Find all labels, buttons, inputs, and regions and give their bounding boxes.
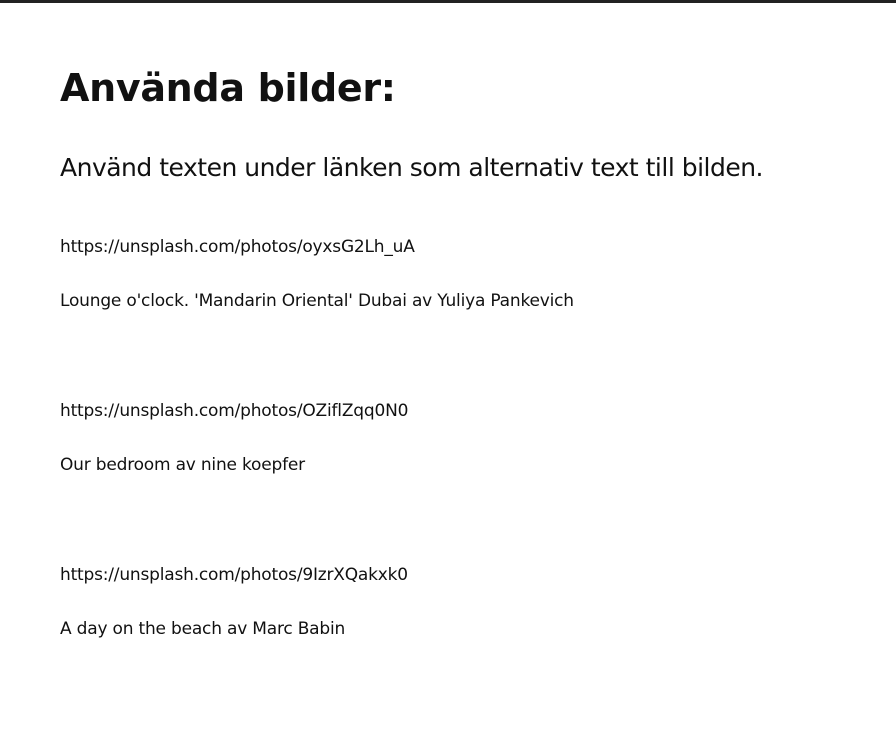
page-title: Använda bilder: xyxy=(60,66,396,110)
image-link-2[interactable]: https://unsplash.com/photos/OZiflZqq0N0 xyxy=(60,399,408,423)
page-subtitle: Använd texten under länken som alternati… xyxy=(60,153,764,182)
image-link-1[interactable]: https://unsplash.com/photos/oyxsG2Lh_uA xyxy=(60,235,415,259)
image-link-3[interactable]: https://unsplash.com/photos/9IzrXQakxk0 xyxy=(60,563,408,587)
image-caption-1: Lounge o'clock. 'Mandarin Oriental' Duba… xyxy=(60,291,574,311)
top-border xyxy=(0,0,896,3)
image-caption-2: Our bedroom av nine koepfer xyxy=(60,455,305,475)
image-caption-3: A day on the beach av Marc Babin xyxy=(60,619,346,639)
